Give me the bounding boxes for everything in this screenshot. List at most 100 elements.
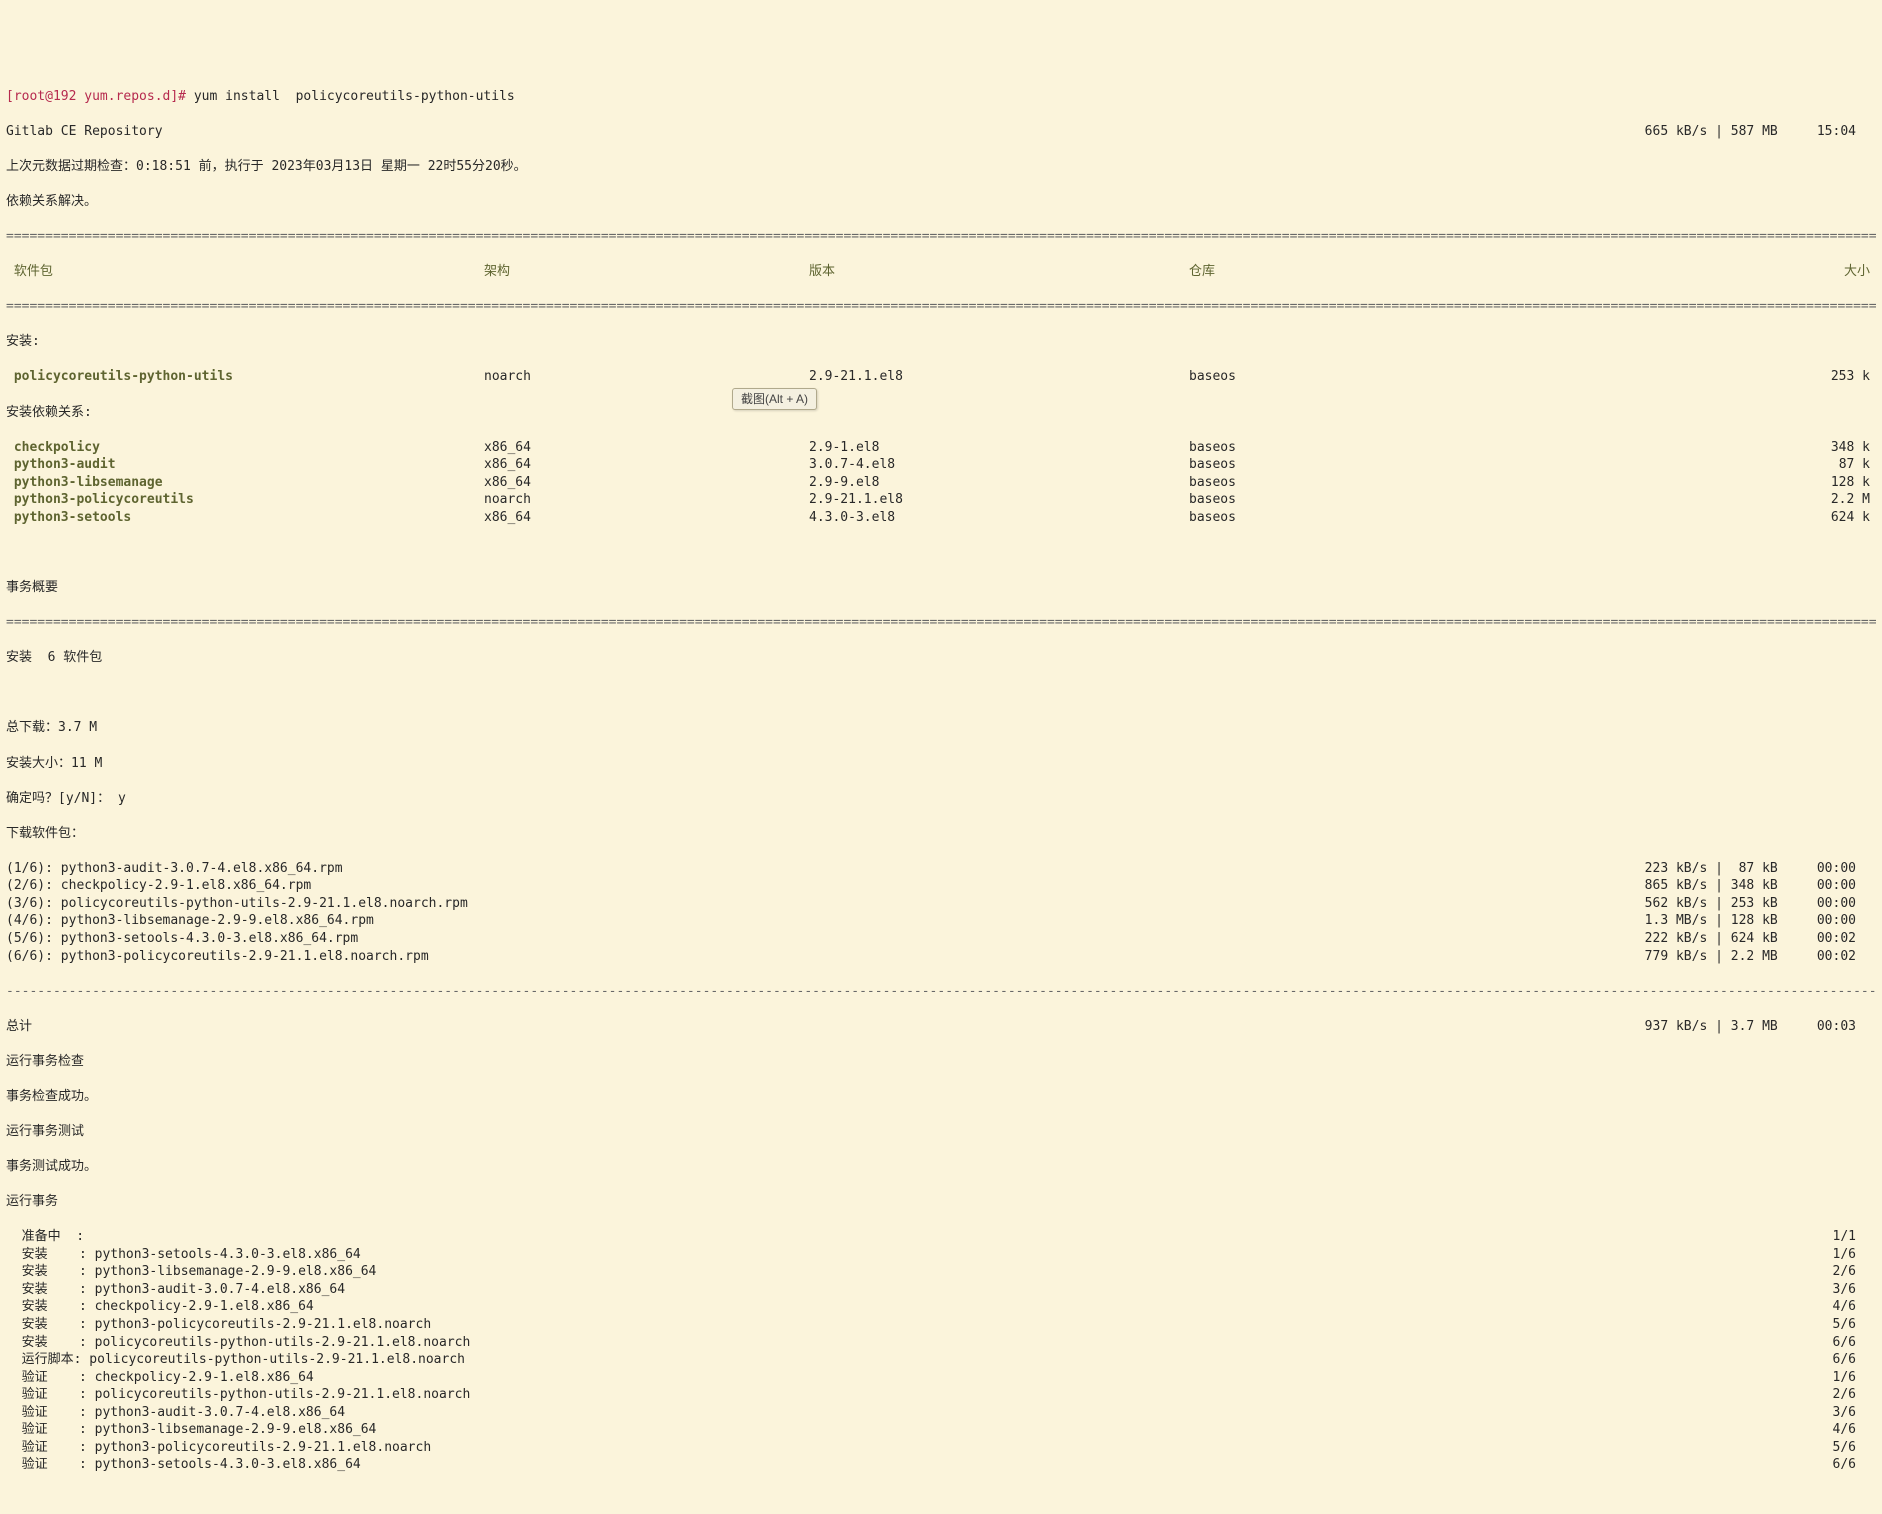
pkg-name: python3-audit: [6, 456, 484, 474]
pkg-repo: baseos: [1189, 509, 1489, 527]
op-text: 安装 : python3-audit-3.0.7-4.el8.x86_64: [6, 1281, 1776, 1299]
total-row: 总计937 kB/s | 3.7 MB 00:03: [6, 1018, 1876, 1036]
blank-line: [6, 1491, 1876, 1509]
package-row: python3-auditx86_643.0.7-4.el8baseos87 k: [6, 456, 1876, 474]
screenshot-tooltip[interactable]: 截图(Alt + A): [732, 388, 817, 410]
terminal[interactable]: [root@192 yum.repos.d]# yum install poli…: [0, 70, 1882, 1514]
transaction-row: 验证 : python3-audit-3.0.7-4.el8.x86_643/6: [6, 1404, 1876, 1422]
download-stats: 865 kB/s | 348 kB 00:00: [1496, 877, 1876, 895]
pkg-arch: x86_64: [484, 474, 809, 492]
pkg-repo: baseos: [1189, 439, 1489, 457]
dep-resolved: 依赖关系解决。: [6, 193, 1876, 211]
col-package: 软件包: [6, 263, 484, 281]
op-progress: 6/6: [1776, 1334, 1876, 1352]
repo-line: Gitlab CE Repository665 kB/s | 587 MB 15…: [6, 123, 1876, 141]
blank-line: [6, 684, 1876, 702]
prompt-line: [root@192 yum.repos.d]# yum install poli…: [6, 88, 1876, 106]
op-text: 安装 : python3-policycoreutils-2.9-21.1.el…: [6, 1316, 1776, 1334]
pkg-name: python3-libsemanage: [6, 474, 484, 492]
trans-run: 运行事务: [6, 1193, 1876, 1211]
pkg-arch: noarch: [484, 368, 809, 386]
pkg-arch: x86_64: [484, 456, 809, 474]
download-file: (3/6): policycoreutils-python-utils-2.9-…: [6, 895, 1496, 913]
col-arch: 架构: [484, 263, 809, 281]
table-header: 软件包架构版本仓库大小: [6, 263, 1876, 281]
pkg-size: 348 k: [1489, 439, 1876, 457]
pkg-ver: 3.0.7-4.el8: [809, 456, 1189, 474]
op-progress: 2/6: [1776, 1263, 1876, 1281]
pkg-repo: baseos: [1189, 456, 1489, 474]
pkg-ver: 2.9-1.el8: [809, 439, 1189, 457]
trans-check-ok: 事务检查成功。: [6, 1088, 1876, 1106]
pkg-arch: x86_64: [484, 439, 809, 457]
summary-line: 安装 6 软件包: [6, 649, 1876, 667]
pkg-arch: x86_64: [484, 509, 809, 527]
download-row: (6/6): python3-policycoreutils-2.9-21.1.…: [6, 948, 1876, 966]
op-progress: 6/6: [1776, 1456, 1876, 1474]
separator: ----------------------------------------…: [6, 983, 1876, 1001]
op-text: 安装 : python3-libsemanage-2.9-9.el8.x86_6…: [6, 1263, 1776, 1281]
op-progress: 1/1: [1776, 1228, 1876, 1246]
transaction-row: 验证 : python3-setools-4.3.0-3.el8.x86_646…: [6, 1456, 1876, 1474]
op-text: 准备中 :: [6, 1228, 1776, 1246]
package-row: python3-policycoreutilsnoarch2.9-21.1.el…: [6, 491, 1876, 509]
depinstall-label: 安装依赖关系:: [6, 404, 1876, 422]
download-stats: 223 kB/s | 87 kB 00:00: [1496, 860, 1876, 878]
package-row: python3-setoolsx86_644.3.0-3.el8baseos62…: [6, 509, 1876, 527]
op-progress: 5/6: [1776, 1439, 1876, 1457]
pkg-size: 253 k: [1489, 368, 1876, 386]
op-text: 安装 : policycoreutils-python-utils-2.9-21…: [6, 1334, 1776, 1352]
op-progress: 3/6: [1776, 1281, 1876, 1299]
pkg-name: policycoreutils-python-utils: [6, 368, 484, 386]
pkg-ver: 4.3.0-3.el8: [809, 509, 1189, 527]
download-file: (4/6): python3-libsemanage-2.9-9.el8.x86…: [6, 912, 1496, 930]
package-row: policycoreutils-python-utilsnoarch2.9-21…: [6, 368, 1876, 386]
pkg-arch: noarch: [484, 491, 809, 509]
pkg-ver: 2.9-21.1.el8: [809, 491, 1189, 509]
op-progress: 6/6: [1776, 1351, 1876, 1369]
op-text: 验证 : python3-libsemanage-2.9-9.el8.x86_6…: [6, 1421, 1776, 1439]
transaction-row: 准备中 :1/1: [6, 1228, 1876, 1246]
op-progress: 1/6: [1776, 1369, 1876, 1387]
summary-header: 事务概要: [6, 579, 1876, 597]
transaction-row: 安装 : checkpolicy-2.9-1.el8.x86_644/6: [6, 1298, 1876, 1316]
transaction-row: 验证 : python3-libsemanage-2.9-9.el8.x86_6…: [6, 1421, 1876, 1439]
trans-test-ok: 事务测试成功。: [6, 1158, 1876, 1176]
download-file: (2/6): checkpolicy-2.9-1.el8.x86_64.rpm: [6, 877, 1496, 895]
download-row: (3/6): policycoreutils-python-utils-2.9-…: [6, 895, 1876, 913]
transaction-row: 安装 : policycoreutils-python-utils-2.9-21…: [6, 1334, 1876, 1352]
col-version: 版本: [809, 263, 1189, 281]
pkg-size: 2.2 M: [1489, 491, 1876, 509]
col-repo: 仓库: [1189, 263, 1489, 281]
download-row: (5/6): python3-setools-4.3.0-3.el8.x86_6…: [6, 930, 1876, 948]
op-text: 验证 : checkpolicy-2.9-1.el8.x86_64: [6, 1369, 1776, 1387]
total-download: 总下载：3.7 M: [6, 719, 1876, 737]
repo-name: Gitlab CE Repository: [6, 123, 1645, 141]
transaction-row: 安装 : python3-policycoreutils-2.9-21.1.el…: [6, 1316, 1876, 1334]
separator: ========================================…: [6, 228, 1876, 246]
op-text: 验证 : python3-audit-3.0.7-4.el8.x86_64: [6, 1404, 1776, 1422]
pkg-ver: 2.9-9.el8: [809, 474, 1189, 492]
download-stats: 222 kB/s | 624 kB 00:02: [1496, 930, 1876, 948]
transaction-row: 安装 : python3-audit-3.0.7-4.el8.x86_643/6: [6, 1281, 1876, 1299]
download-stats: 562 kB/s | 253 kB 00:00: [1496, 895, 1876, 913]
transaction-row: 安装 : python3-setools-4.3.0-3.el8.x86_641…: [6, 1246, 1876, 1264]
trans-check: 运行事务检查: [6, 1053, 1876, 1071]
download-stats: 1.3 MB/s | 128 kB 00:00: [1496, 912, 1876, 930]
op-text: 运行脚本: policycoreutils-python-utils-2.9-2…: [6, 1351, 1776, 1369]
op-progress: 4/6: [1776, 1298, 1876, 1316]
op-text: 验证 : python3-policycoreutils-2.9-21.1.el…: [6, 1439, 1776, 1457]
metadata-line: 上次元数据过期检查：0:18:51 前，执行于 2023年03月13日 星期一 …: [6, 158, 1876, 176]
transaction-row: 安装 : python3-libsemanage-2.9-9.el8.x86_6…: [6, 1263, 1876, 1281]
op-text: 安装 : checkpolicy-2.9-1.el8.x86_64: [6, 1298, 1776, 1316]
col-size: 大小: [1489, 263, 1876, 281]
download-stats: 779 kB/s | 2.2 MB 00:02: [1496, 948, 1876, 966]
pkg-repo: baseos: [1189, 474, 1489, 492]
download-row: (4/6): python3-libsemanage-2.9-9.el8.x86…: [6, 912, 1876, 930]
separator: ========================================…: [6, 298, 1876, 316]
op-progress: 1/6: [1776, 1246, 1876, 1264]
command-text: yum install policycoreutils-python-utils: [194, 89, 515, 104]
pkg-size: 128 k: [1489, 474, 1876, 492]
pkg-repo: baseos: [1189, 368, 1489, 386]
tooltip-label: 截图(Alt + A): [741, 392, 808, 406]
